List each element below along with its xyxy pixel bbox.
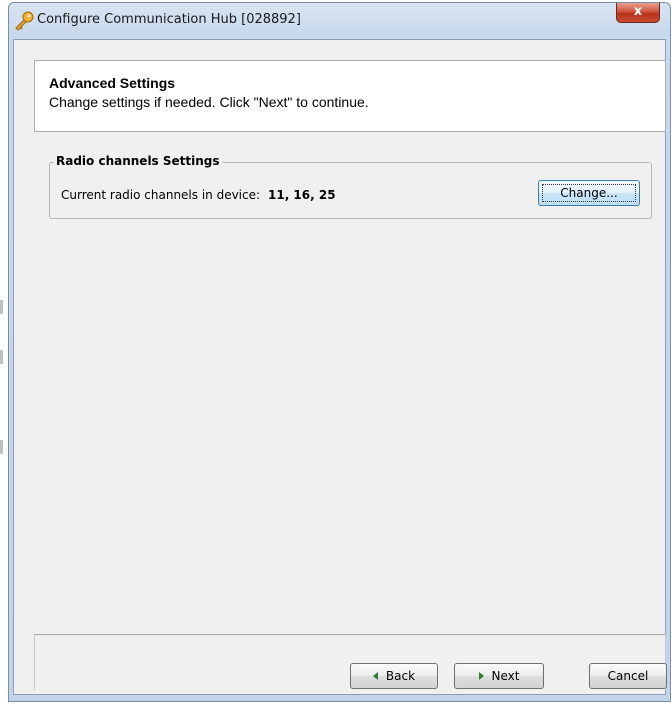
dialog-body: Advanced Settings Change settings if nee… (13, 39, 667, 695)
key-icon (15, 11, 34, 31)
channels-label: Current radio channels in device: (61, 188, 261, 202)
next-button[interactable]: Next (454, 663, 544, 689)
next-arrow-icon (478, 671, 484, 680)
next-button-label: Next (491, 669, 520, 683)
wizard-footer: Back Next Cancel (34, 634, 667, 690)
change-button[interactable]: Change... (538, 180, 640, 206)
focus-rectangle (542, 184, 636, 202)
dialog-window: Configure Communication Hub [028892] x A… (8, 2, 671, 702)
title-bar[interactable]: Configure Communication Hub [028892] x (9, 3, 670, 39)
page-subtitle: Change settings if needed. Click "Next" … (49, 94, 369, 110)
channels-value: 11, 16, 25 (268, 188, 336, 202)
back-arrow-icon (372, 671, 378, 680)
wizard-header: Advanced Settings Change settings if nee… (34, 60, 666, 132)
back-button-label: Back (385, 669, 416, 683)
close-button[interactable]: x (616, 3, 660, 23)
back-button[interactable]: Back (350, 663, 438, 689)
cancel-button[interactable]: Cancel (589, 663, 667, 689)
page-title: Advanced Settings (49, 75, 176, 91)
window-title: Configure Communication Hub [028892] (37, 12, 301, 27)
background-window-edge (0, 300, 4, 460)
groupbox-legend: Radio channels Settings (54, 154, 222, 168)
radio-channels-groupbox: Radio channels Settings Current radio ch… (49, 154, 652, 219)
